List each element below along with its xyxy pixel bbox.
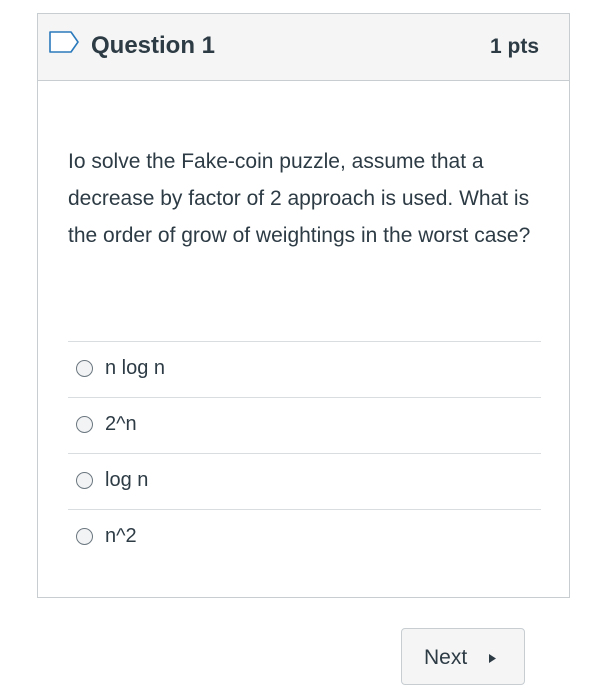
- question-header: Question 1 1 pts: [38, 14, 569, 81]
- answer-option-log-n[interactable]: log n: [68, 453, 541, 509]
- question-text: Io solve the Fake-coin puzzle, assume th…: [68, 150, 531, 247]
- answer-label: n log n: [105, 357, 166, 379]
- question-card: Question 1 1 pts Io solve the Fake-coin …: [37, 13, 570, 598]
- radio-button[interactable]: [76, 416, 93, 433]
- answer-label: n^2: [105, 525, 137, 547]
- answer-option-2-power-n[interactable]: 2^n: [68, 397, 541, 453]
- flag-outline-icon[interactable]: [49, 31, 79, 53]
- answer-option-n-squared[interactable]: n^2: [68, 509, 541, 565]
- question-points: 1 pts: [489, 35, 539, 58]
- radio-button[interactable]: [76, 360, 93, 377]
- question-title: Question 1: [91, 32, 216, 59]
- answer-options: n log n 2^n log n n^2: [68, 341, 541, 565]
- answer-label: 2^n: [105, 413, 137, 435]
- answer-option-n-log-n[interactable]: n log n: [68, 341, 541, 397]
- next-button[interactable]: Next: [401, 628, 525, 685]
- radio-button[interactable]: [76, 528, 93, 545]
- radio-button[interactable]: [76, 472, 93, 489]
- caret-right-icon: [489, 654, 496, 663]
- next-button-label: Next: [424, 646, 468, 669]
- answer-label: log n: [105, 469, 149, 491]
